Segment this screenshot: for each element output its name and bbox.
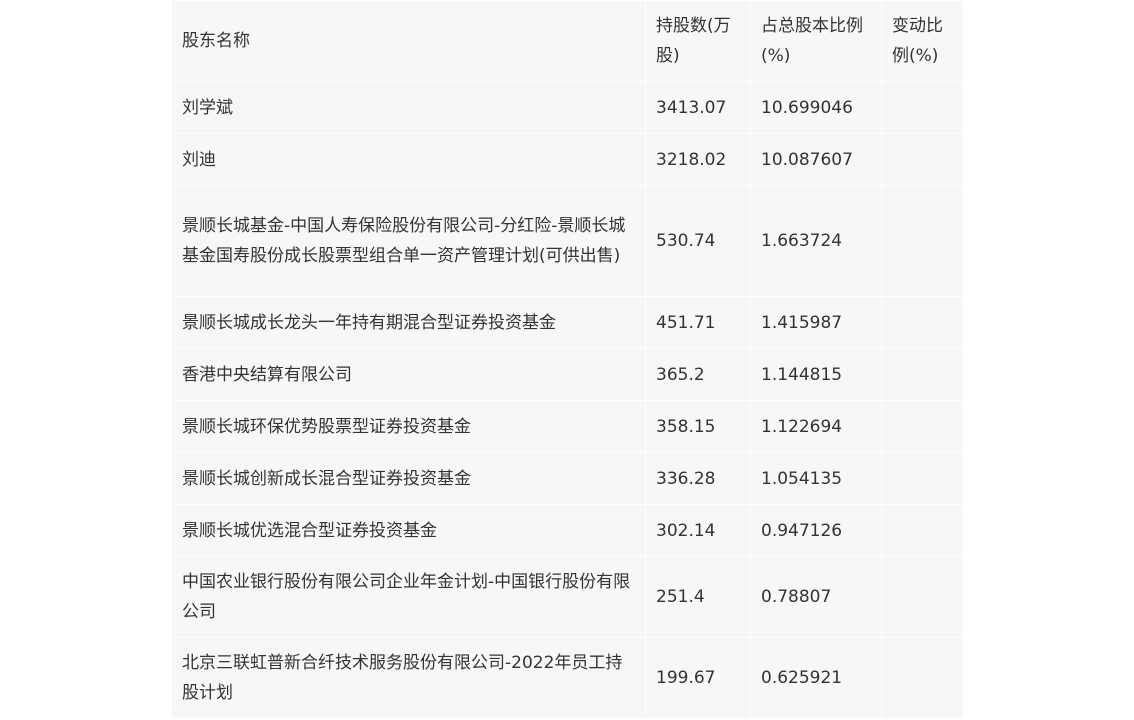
cell-shareholder-name: 北京三联虹普新合纤技术服务股份有限公司-2022年员工持股计划 <box>171 637 646 719</box>
cell-change <box>881 81 964 134</box>
cell-shareholder-name: 中国农业银行股份有限公司企业年金计划-中国银行股份有限公司 <box>171 556 646 638</box>
cell-shares: 365.2 <box>645 348 751 401</box>
cell-ratio: 1.144815 <box>750 348 882 401</box>
shareholder-table: 股东名称 持股数(万股) 占总股本比例(%) 变动比例(%) 刘学斌 3413.… <box>171 0 964 719</box>
cell-shareholder-name: 刘迪 <box>171 133 646 186</box>
cell-change <box>881 296 964 349</box>
table-row: 北京三联虹普新合纤技术服务股份有限公司-2022年员工持股计划 199.67 0… <box>171 637 964 719</box>
table-row: 景顺长城优选混合型证券投资基金 302.14 0.947126 <box>171 504 964 557</box>
table-row: 刘学斌 3413.07 10.699046 <box>171 81 964 134</box>
cell-ratio: 0.947126 <box>750 504 882 557</box>
cell-change <box>881 504 964 557</box>
cell-shareholder-name: 景顺长城基金-中国人寿保险股份有限公司-分红险-景顺长城基金国寿股份成长股票型组… <box>171 185 646 297</box>
cell-shareholder-name: 景顺长城创新成长混合型证券投资基金 <box>171 452 646 505</box>
header-shares: 持股数(万股) <box>645 0 751 82</box>
table-body: 刘学斌 3413.07 10.699046 刘迪 3218.02 10.0876… <box>171 81 964 719</box>
shareholder-table-container: 股东名称 持股数(万股) 占总股本比例(%) 变动比例(%) 刘学斌 3413.… <box>171 0 964 719</box>
cell-shareholder-name: 景顺长城环保优势股票型证券投资基金 <box>171 400 646 453</box>
cell-shares: 336.28 <box>645 452 751 505</box>
table-row: 刘迪 3218.02 10.087607 <box>171 133 964 186</box>
cell-change <box>881 400 964 453</box>
header-ratio: 占总股本比例(%) <box>750 0 882 82</box>
table-row: 景顺长城基金-中国人寿保险股份有限公司-分红险-景顺长城基金国寿股份成长股票型组… <box>171 185 964 297</box>
cell-shares: 199.67 <box>645 637 751 719</box>
cell-change <box>881 185 964 297</box>
cell-ratio: 10.699046 <box>750 81 882 134</box>
table-row: 中国农业银行股份有限公司企业年金计划-中国银行股份有限公司 251.4 0.78… <box>171 556 964 638</box>
cell-ratio: 1.122694 <box>750 400 882 453</box>
table-row: 景顺长城环保优势股票型证券投资基金 358.15 1.122694 <box>171 400 964 453</box>
cell-shares: 3413.07 <box>645 81 751 134</box>
cell-change <box>881 556 964 638</box>
cell-shareholder-name: 刘学斌 <box>171 81 646 134</box>
cell-ratio: 0.78807 <box>750 556 882 638</box>
cell-ratio: 10.087607 <box>750 133 882 186</box>
cell-ratio: 1.663724 <box>750 185 882 297</box>
cell-ratio: 0.625921 <box>750 637 882 719</box>
cell-shares: 530.74 <box>645 185 751 297</box>
header-change: 变动比例(%) <box>881 0 964 82</box>
cell-shares: 451.71 <box>645 296 751 349</box>
table-header: 股东名称 持股数(万股) 占总股本比例(%) 变动比例(%) <box>171 0 964 82</box>
cell-shareholder-name: 香港中央结算有限公司 <box>171 348 646 401</box>
table-row: 景顺长城创新成长混合型证券投资基金 336.28 1.054135 <box>171 452 964 505</box>
cell-shares: 302.14 <box>645 504 751 557</box>
table-row: 景顺长城成长龙头一年持有期混合型证券投资基金 451.71 1.415987 <box>171 296 964 349</box>
cell-shares: 251.4 <box>645 556 751 638</box>
header-shareholder-name: 股东名称 <box>171 0 646 82</box>
cell-change <box>881 452 964 505</box>
cell-change <box>881 637 964 719</box>
cell-change <box>881 348 964 401</box>
cell-shares: 3218.02 <box>645 133 751 186</box>
header-row: 股东名称 持股数(万股) 占总股本比例(%) 变动比例(%) <box>171 0 964 82</box>
cell-ratio: 1.054135 <box>750 452 882 505</box>
cell-shareholder-name: 景顺长城优选混合型证券投资基金 <box>171 504 646 557</box>
cell-change <box>881 133 964 186</box>
cell-shareholder-name: 景顺长城成长龙头一年持有期混合型证券投资基金 <box>171 296 646 349</box>
cell-shares: 358.15 <box>645 400 751 453</box>
cell-ratio: 1.415987 <box>750 296 882 349</box>
table-row: 香港中央结算有限公司 365.2 1.144815 <box>171 348 964 401</box>
